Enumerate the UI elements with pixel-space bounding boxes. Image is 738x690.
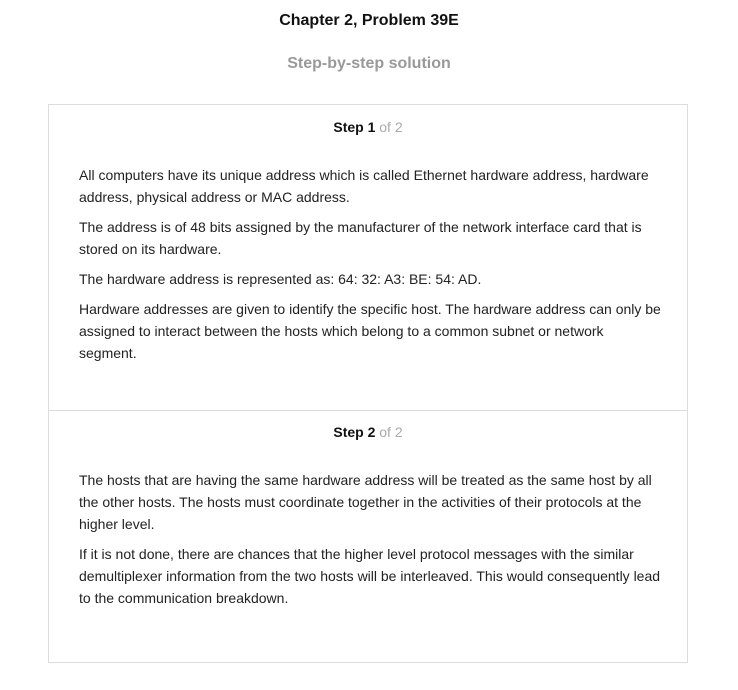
page-title: Chapter 2, Problem 39E xyxy=(279,12,459,29)
step-1-count: of 2 xyxy=(379,119,403,135)
step-1-paragraph: The address is of 48 bits assigned by th… xyxy=(79,219,642,257)
step-2-label: Step 2 xyxy=(333,424,376,440)
step-2-body: The hosts that are having the same hardw… xyxy=(79,469,664,617)
step-2-paragraph: If it is not done, there are chances tha… xyxy=(79,546,661,606)
step-2-count: of 2 xyxy=(379,424,403,440)
step-2-paragraph: The hosts that are having the same hardw… xyxy=(79,472,652,532)
solution-subtitle: Step-by-step solution xyxy=(287,55,451,72)
step-1-section: Step 1 of 2 All computers have its uniqu… xyxy=(49,105,687,411)
step-1-paragraph: Hardware addresses are given to identify… xyxy=(79,301,661,361)
step-1-label: Step 1 xyxy=(333,119,376,135)
step-2-header: Step 2 of 2 xyxy=(49,423,687,441)
step-1-body: All computers have its unique address wh… xyxy=(79,164,664,372)
step-2-section: Step 2 of 2 The hosts that are having th… xyxy=(49,410,687,662)
solution-container: Step 1 of 2 All computers have its uniqu… xyxy=(48,104,688,663)
step-1-paragraph: The hardware address is represented as: … xyxy=(79,271,482,287)
step-1-paragraph: All computers have its unique address wh… xyxy=(79,167,649,205)
step-1-header: Step 1 of 2 xyxy=(49,118,687,136)
